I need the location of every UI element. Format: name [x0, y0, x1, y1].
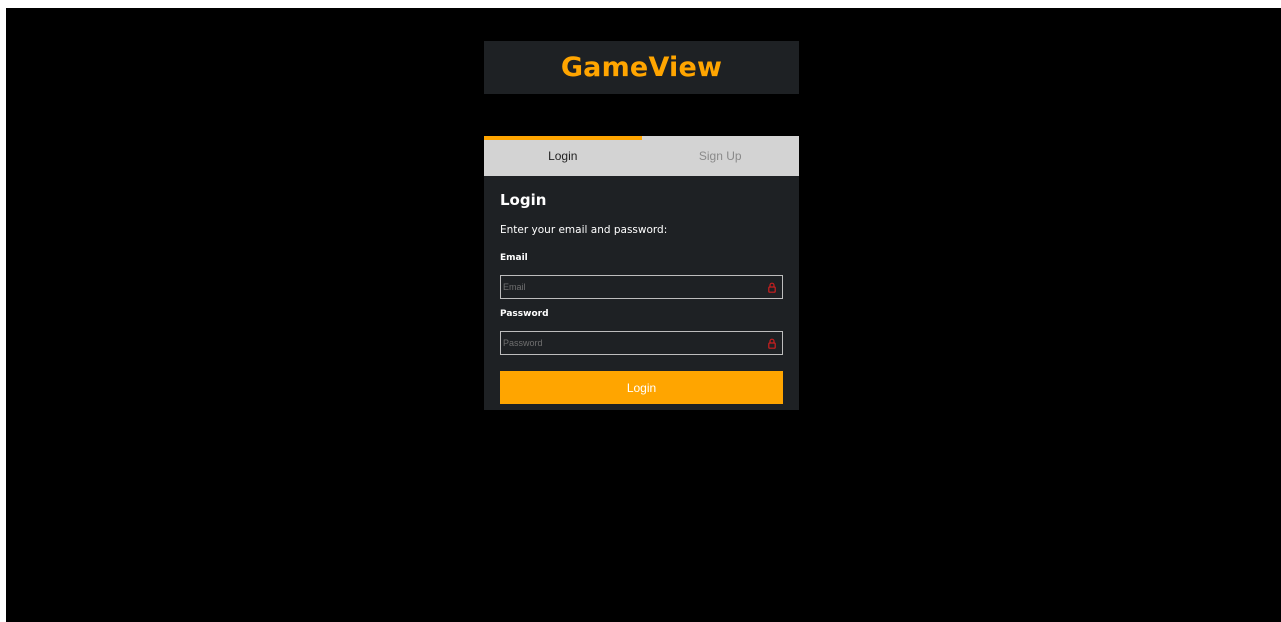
lock-icon — [767, 281, 777, 293]
page-background: GameView Login Sign Up Login Enter your … — [6, 8, 1281, 622]
email-input[interactable] — [501, 276, 767, 298]
auth-tabs: Login Sign Up — [484, 136, 799, 176]
brand-title: GameView — [560, 52, 723, 83]
email-field-wrapper — [500, 275, 783, 299]
form-heading: Login — [500, 191, 547, 209]
password-input[interactable] — [501, 332, 767, 354]
brand-header: GameView — [484, 41, 799, 94]
tab-login[interactable]: Login — [484, 136, 642, 176]
email-label: Email — [500, 253, 528, 263]
auth-card: Login Sign Up Login Enter your email and… — [484, 136, 799, 410]
password-label: Password — [500, 309, 549, 319]
lock-icon — [767, 337, 777, 349]
tab-sign-up[interactable]: Sign Up — [642, 136, 800, 176]
login-button[interactable]: Login — [500, 371, 783, 404]
form-instruction: Enter your email and password: — [500, 224, 668, 236]
password-field-wrapper — [500, 331, 783, 355]
